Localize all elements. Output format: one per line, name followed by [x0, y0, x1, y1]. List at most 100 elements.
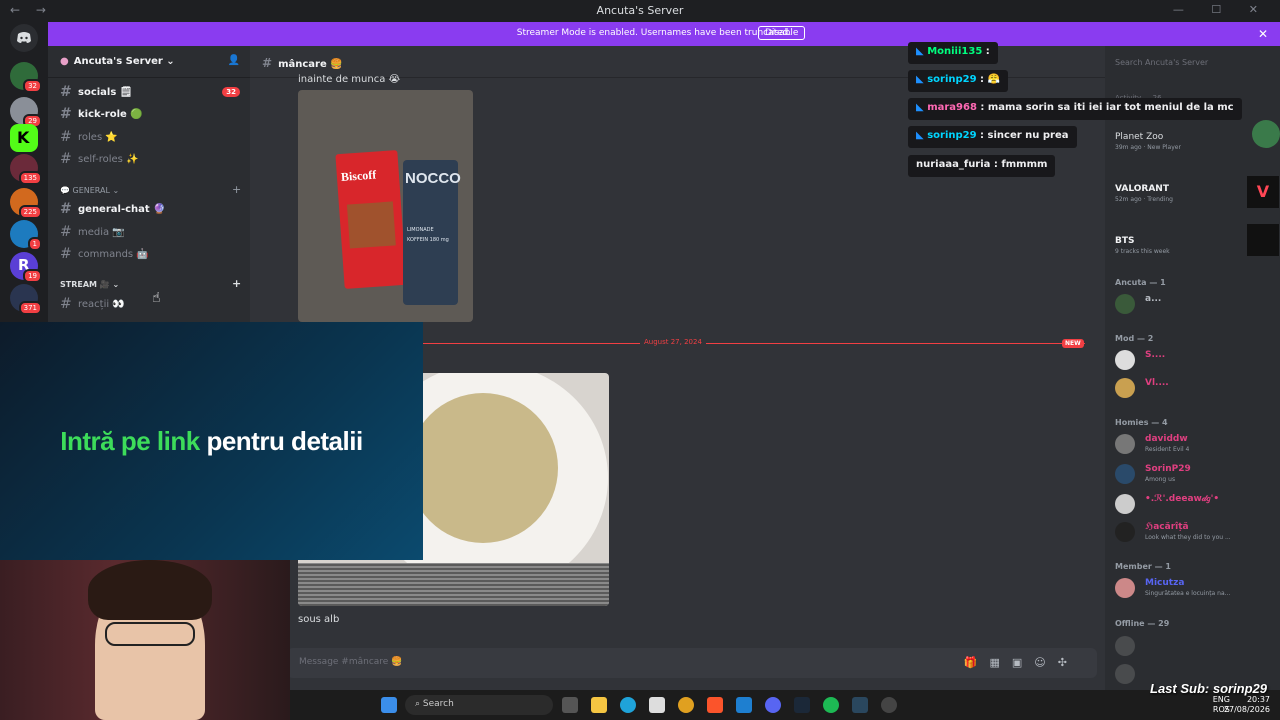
channel-self-roles[interactable]: # self-roles ✨ — [60, 149, 240, 169]
nocco-can: NOCCO LIMONADE KOFFEIN 180 mg — [403, 160, 461, 305]
channel-media[interactable]: # media 📷 — [60, 222, 240, 242]
vscode-icon[interactable] — [736, 697, 752, 713]
server-icon-1[interactable]: 32 — [10, 62, 42, 93]
channel-reactii[interactable]: # reacții 👀 — [60, 294, 240, 314]
avatar — [1115, 378, 1135, 398]
avatar — [1115, 636, 1135, 656]
steam-2-icon[interactable] — [852, 697, 868, 713]
category-stream[interactable]: STREAM 🎥 ⌄ + — [60, 277, 241, 290]
channel-label: socials 🗒 — [78, 86, 133, 98]
category-general[interactable]: 💬 GENERAL ⌄ + — [60, 183, 241, 196]
chat-username: sorinp29 — [927, 74, 977, 85]
steam-icon[interactable] — [794, 697, 810, 713]
start-icon[interactable] — [381, 697, 397, 713]
stream-chat-message: ◣ Moniii135 : — [908, 42, 998, 64]
kick-server-icon[interactable]: K — [10, 124, 38, 152]
bts-album-art — [1247, 224, 1279, 256]
avatar — [1115, 294, 1135, 314]
channel-roles[interactable]: # roles ⭐ — [60, 127, 240, 147]
member-row[interactable]: •.ℛ'.deeaw𝒹𝑔'• — [1115, 494, 1275, 518]
system-clock[interactable]: 20:37 27/08/2026 — [1224, 695, 1270, 715]
divider-date: August 27, 2024 — [640, 338, 706, 346]
activity-planet-zoo[interactable]: Planet Zoo 39m ago · New Player — [1115, 120, 1280, 156]
discord-taskbar-icon[interactable] — [765, 697, 781, 713]
biscoff-label: Biscoff — [340, 167, 377, 184]
promo-text: Intră pe link pentru detalii — [0, 426, 423, 457]
brave-icon[interactable] — [707, 697, 723, 713]
hash-icon: # — [60, 129, 72, 145]
mouse-cursor-icon: ☝ — [152, 290, 161, 306]
message-text-2: sous alb — [298, 614, 340, 625]
close-banner-icon[interactable]: ✕ — [1258, 27, 1268, 41]
server-name-header[interactable]: ● Ancuta's Server ⌄ 👤 — [48, 46, 250, 78]
server-icon-2[interactable]: 29 — [10, 97, 42, 128]
server-icon-8[interactable]: 371 — [10, 284, 42, 315]
store-icon[interactable] — [649, 697, 665, 713]
server-icon-5[interactable]: 225 — [10, 188, 42, 219]
activity-sub: 39m ago · New Player — [1115, 144, 1181, 151]
avatar — [1115, 464, 1135, 484]
channel-socials[interactable]: # socials 🗒 32 — [60, 82, 240, 102]
activity-bts[interactable]: BTS 9 tracks this week — [1115, 224, 1279, 260]
server-icon-7[interactable]: R 19 — [10, 252, 42, 283]
disable-streamer-mode-button[interactable]: Disable — [758, 26, 806, 40]
section-mod: Mod — 2 — [1115, 334, 1154, 343]
discord-home-icon[interactable] — [10, 24, 38, 52]
server-name: Ancuta's Server — [73, 56, 163, 67]
member-name: daviddw — [1145, 434, 1188, 444]
member-row[interactable] — [1115, 636, 1275, 660]
member-row[interactable]: Micutza Singurătatea e locuința na... — [1115, 578, 1275, 602]
stream-chat-message: ◣ sorinp29 : sincer nu prea — [908, 126, 1077, 148]
activity-name: BTS — [1115, 236, 1135, 246]
last-sub-overlay: Last Sub: sorinp29 — [1150, 681, 1268, 696]
hash-icon: # — [60, 246, 72, 262]
stream-chat-message: ◣ sorinp29 : 😤 — [908, 70, 1008, 92]
promo-overlay: Intră pe link pentru detalii — [0, 322, 423, 560]
server-icon-6[interactable]: 1 — [10, 220, 42, 251]
edge-icon[interactable] — [620, 697, 636, 713]
valorant-icon: V — [1247, 176, 1279, 208]
window-controls[interactable]: — ☐ ✕ — [1173, 3, 1270, 16]
glasses-icon — [105, 622, 195, 646]
spotify-icon[interactable] — [823, 697, 839, 713]
member-row[interactable]: Vl.... — [1115, 378, 1275, 402]
chat-username: mara968 — [927, 102, 977, 113]
activity-valorant[interactable]: VALORANT 52m ago · Trending V — [1115, 176, 1279, 208]
badge-icon: ◣ — [916, 130, 924, 141]
channel-label: self-roles ✨ — [78, 153, 139, 165]
member-status: Resident Evil 4 — [1145, 446, 1190, 453]
new-messages-divider — [420, 343, 1085, 344]
member-row[interactable]: daviddw Resident Evil 4 — [1115, 434, 1275, 458]
member-row[interactable]: a... — [1115, 294, 1275, 318]
channel-title: mâncare 🍔 — [278, 59, 343, 70]
channel-label: general-chat 🔮 — [78, 203, 166, 215]
streamer-mode-banner: Streamer Mode is enabled. Usernames have… — [48, 22, 1280, 46]
add-channel-icon[interactable]: + — [232, 277, 241, 290]
hash-icon: # — [60, 224, 72, 240]
avatar — [1115, 350, 1135, 370]
server-icon-4[interactable]: 135 — [10, 154, 42, 185]
member-row[interactable]: S.... — [1115, 350, 1275, 374]
server-search-input[interactable]: Search Ancuta's Server — [1115, 58, 1208, 67]
chrome-icon[interactable] — [678, 697, 694, 713]
channel-commands[interactable]: # commands 🤖 — [60, 244, 240, 264]
input-action-icons[interactable]: 🎁▦▣☺✣ — [964, 656, 1079, 669]
member-name: •.ℛ'.deeaw𝒹𝑔'• — [1145, 494, 1220, 504]
task-view-icon[interactable] — [562, 697, 578, 713]
taskbar-search[interactable]: ⌕ Search — [405, 695, 553, 715]
message-image-snacks[interactable]: Biscoff NOCCO LIMONADE KOFFEIN 180 mg — [298, 90, 473, 322]
channel-general-chat[interactable]: # general-chat 🔮 — [60, 199, 240, 219]
channel-kick-role[interactable]: # kick-role 🟢 — [60, 104, 240, 124]
obs-icon[interactable] — [881, 697, 897, 713]
activity-name: VALORANT — [1115, 184, 1169, 194]
add-channel-icon[interactable]: + — [232, 183, 241, 196]
banner-message: Streamer Mode is enabled. Usernames have… — [516, 28, 792, 38]
stream-chat-message: nuriaaa_furia : fmmmm — [908, 155, 1056, 177]
member-row[interactable]: SorinP29 Among us — [1115, 464, 1275, 488]
member-status: Among us — [1145, 476, 1176, 483]
new-tag: NEW — [1062, 339, 1084, 348]
member-name: a... — [1145, 294, 1162, 304]
add-friend-icon[interactable]: 👤 — [228, 55, 240, 66]
file-explorer-icon[interactable] — [591, 697, 607, 713]
member-row[interactable]: ℌacărîță Look what they did to you ... — [1115, 522, 1275, 546]
